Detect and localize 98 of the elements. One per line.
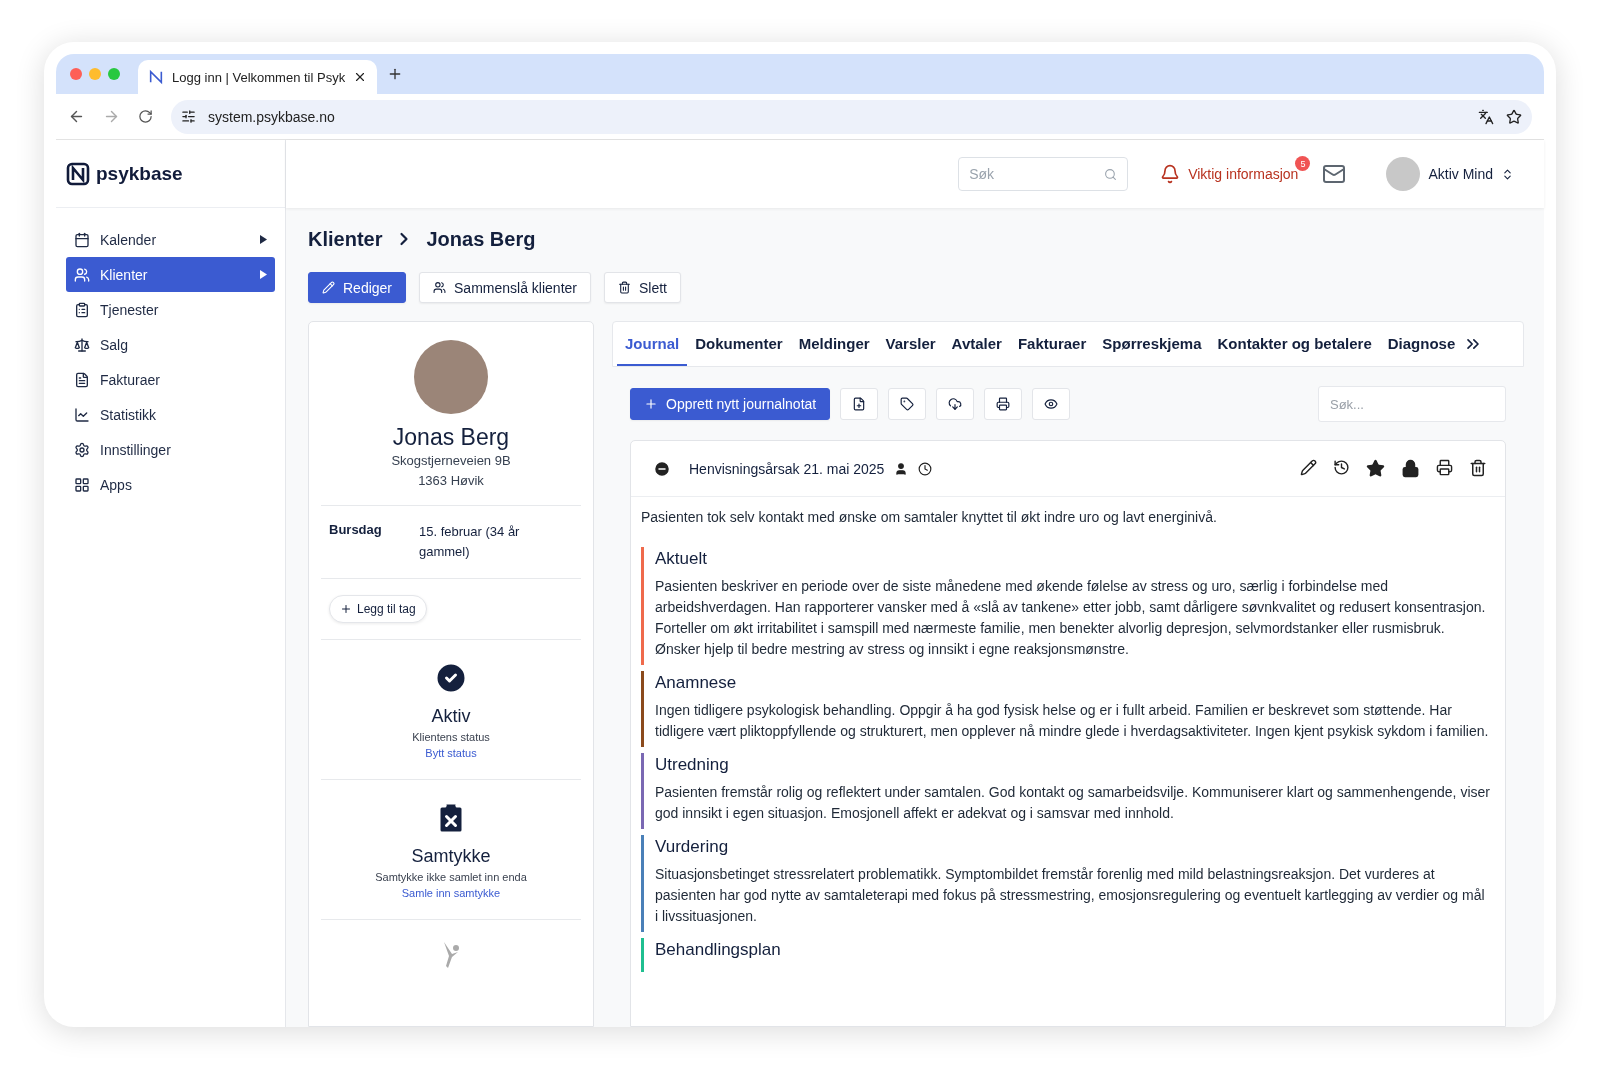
star-icon[interactable] (1366, 459, 1385, 478)
tool-button[interactable] (888, 388, 927, 420)
nav-icon (74, 476, 90, 493)
status-title: Aktiv (431, 706, 471, 727)
status-link[interactable]: Samle inn samtykke (401, 887, 501, 899)
tab[interactable]: Fakturaer (1009, 322, 1095, 366)
tab[interactable]: Varsler (877, 322, 944, 366)
button-icon (322, 281, 335, 294)
logo-text: psykbase (96, 162, 183, 185)
tab[interactable]: Meldinger (790, 322, 878, 366)
sidebar-item[interactable]: Salg (66, 327, 275, 362)
tab[interactable]: Journal (617, 322, 688, 366)
section-text: Ingen tidligere psykologisk behandling. Oppgir å ha god fysisk helse og er i fullt arbeid. Familien er beskrevet som støttende. Har tidligere vært pliktoppfyllende og strukturert, men opplever nå mindre glede i hverdagsaktiviteter. Ingen kjent psykisk sykdom i familien. (655, 701, 1490, 741)
user-icon (894, 461, 909, 476)
notification-badge: 5 (1295, 156, 1311, 171)
button-icon (617, 281, 631, 294)
tab[interactable]: Dokumenter (687, 322, 791, 366)
section-text: Pasienten fremstår rolig og reflektert under samtalen. God kontakt og samarbeidsvilje. Kommuniserer klart og sammenhengende, viser god innsikt i egen situasjon. Emosjonell affekt er adekvat og i samsvar med innhold. (655, 783, 1491, 823)
delete-icon[interactable] (1469, 459, 1487, 477)
action-button[interactable]: Rediger (308, 272, 407, 303)
site-settings-icon[interactable] (181, 109, 196, 124)
browser-tab[interactable]: Logg inn | Velkommen til Psyk (138, 60, 378, 94)
search-icon (1104, 167, 1118, 181)
nav-icon (74, 336, 90, 353)
tool-button[interactable] (936, 388, 975, 420)
page-title: Jonas Berg (426, 227, 536, 251)
birthday-label: Bursdag (329, 522, 383, 539)
nav-icon (74, 371, 90, 388)
address-line: Skogstjerneveien 9B (390, 452, 512, 470)
section-heading: Utredning (655, 755, 730, 775)
sidebar-item[interactable]: Tjenester (66, 292, 275, 327)
maximize-window-dot[interactable] (108, 68, 120, 80)
tool-button[interactable] (840, 388, 879, 420)
button-icon (433, 281, 447, 294)
nav-icon (74, 441, 90, 458)
history-icon[interactable] (1333, 459, 1350, 476)
nav-icon (74, 231, 90, 248)
nav-icon (74, 301, 90, 318)
status-text: Klientens status (412, 731, 490, 743)
tool-button[interactable] (1032, 388, 1071, 420)
section-heading: Vurdering (655, 837, 730, 857)
tab[interactable]: Diagnose (1379, 322, 1464, 366)
tab[interactable]: Avtaler (943, 322, 1010, 366)
section-heading: Behandlingsplan (655, 940, 782, 960)
logo-icon (66, 161, 90, 186)
address-line: 1363 Høvik (417, 472, 485, 490)
section-heading: Anamnese (655, 673, 738, 693)
sidebar-item[interactable]: Fakturaer (66, 362, 275, 397)
sidebar-item[interactable]: Innstillinger (66, 432, 275, 467)
user-menu[interactable]: Aktiv Mind (1386, 157, 1514, 191)
back-icon[interactable] (68, 108, 85, 125)
breadcrumb-link[interactable]: Klienter (308, 227, 383, 251)
action-button[interactable]: Sammenslå klienter (419, 272, 591, 303)
status-text: Samtykke ikke samlet inn enda (375, 871, 527, 883)
nav-icon (74, 266, 90, 283)
address-bar[interactable]: system.psykbase.no (171, 99, 1532, 134)
intro-text: Pasienten tok selv kontakt med ønske om samtaler knyttet til økt indre uro og lavt energinivå. (640, 508, 1218, 527)
plus-icon (644, 397, 658, 411)
lock-icon[interactable] (1401, 459, 1420, 478)
tab[interactable]: Spørreskjema (1094, 322, 1210, 366)
mail-icon[interactable] (1322, 162, 1347, 186)
chevrons-icon (1501, 167, 1514, 181)
new-note-button[interactable]: Opprett nytt journalnotat (630, 388, 831, 420)
tool-button[interactable] (984, 388, 1023, 420)
add-tag-button[interactable]: Legg til tag (329, 595, 427, 623)
logo-icon (148, 69, 164, 85)
section-text: Situasjonsbetinget stressrelatert problematikk. Symptombildet fremstår forenlig med mild belastningsreaksjon. Det vurderes at pasienten har god nytte av samtaleterapi med fokus på stressmestring, emosjonsregulering og eventuelt kartlegging av verdier og mål i livssituasjonen. (655, 865, 1486, 926)
status-title: Samtykke (411, 846, 491, 867)
avatar (1386, 157, 1421, 191)
bookmark-icon[interactable] (1506, 108, 1522, 125)
translate-icon[interactable] (1478, 108, 1494, 125)
edit-icon[interactable] (1300, 459, 1317, 476)
status-link[interactable]: Bytt status (425, 747, 477, 759)
sidebar-item[interactable]: Kalender (66, 222, 275, 257)
plus-icon (340, 603, 352, 615)
bell-icon (1160, 164, 1181, 184)
tool-icon (948, 397, 963, 411)
tool-icon (900, 397, 915, 411)
reload-icon[interactable] (138, 109, 153, 124)
collapse-icon[interactable] (653, 459, 671, 478)
close-window-dot[interactable] (70, 68, 82, 80)
nav-icon (74, 406, 90, 423)
client-name: Jonas Berg (391, 424, 511, 451)
print-icon[interactable] (1436, 459, 1453, 476)
section-heading: Aktuelt (655, 549, 708, 569)
tool-icon (852, 397, 867, 411)
action-button[interactable]: Slett (603, 272, 681, 303)
entry-title: Henvisningsårsak 21. mai 2025 (689, 460, 885, 477)
sidebar-item[interactable]: Klienter (66, 257, 275, 292)
sidebar-item[interactable]: Statistikk (66, 397, 275, 432)
birthday-value: 15. februar (34 år gammel) (419, 523, 521, 561)
sidebar-item[interactable]: Apps (66, 467, 275, 502)
tool-icon (996, 397, 1011, 411)
clock-icon (918, 461, 933, 476)
tool-icon (1044, 397, 1059, 411)
section-text: Pasienten beskriver en periode over de siste månedene med økende følelse av stress og uro, særlig i forbindelse med arbeidshverdagen. Han rapporterer vansker med å «slå av tankene» etter jobb, samt dårligere søvnkvalitet og redusert konsentrasjon. Forteller om økt irritabilitet i samspill med nærmeste familie, men benekter alvorlig depresjon, selvmordstanker eller rusmisbruk. Ønsker hjelp til bedre mestring av stress og innsikt i egne reaksjonsmønstre. (655, 577, 1487, 659)
minimize-window-dot[interactable] (89, 68, 101, 80)
tab[interactable]: Kontakter og betalere (1209, 322, 1380, 366)
